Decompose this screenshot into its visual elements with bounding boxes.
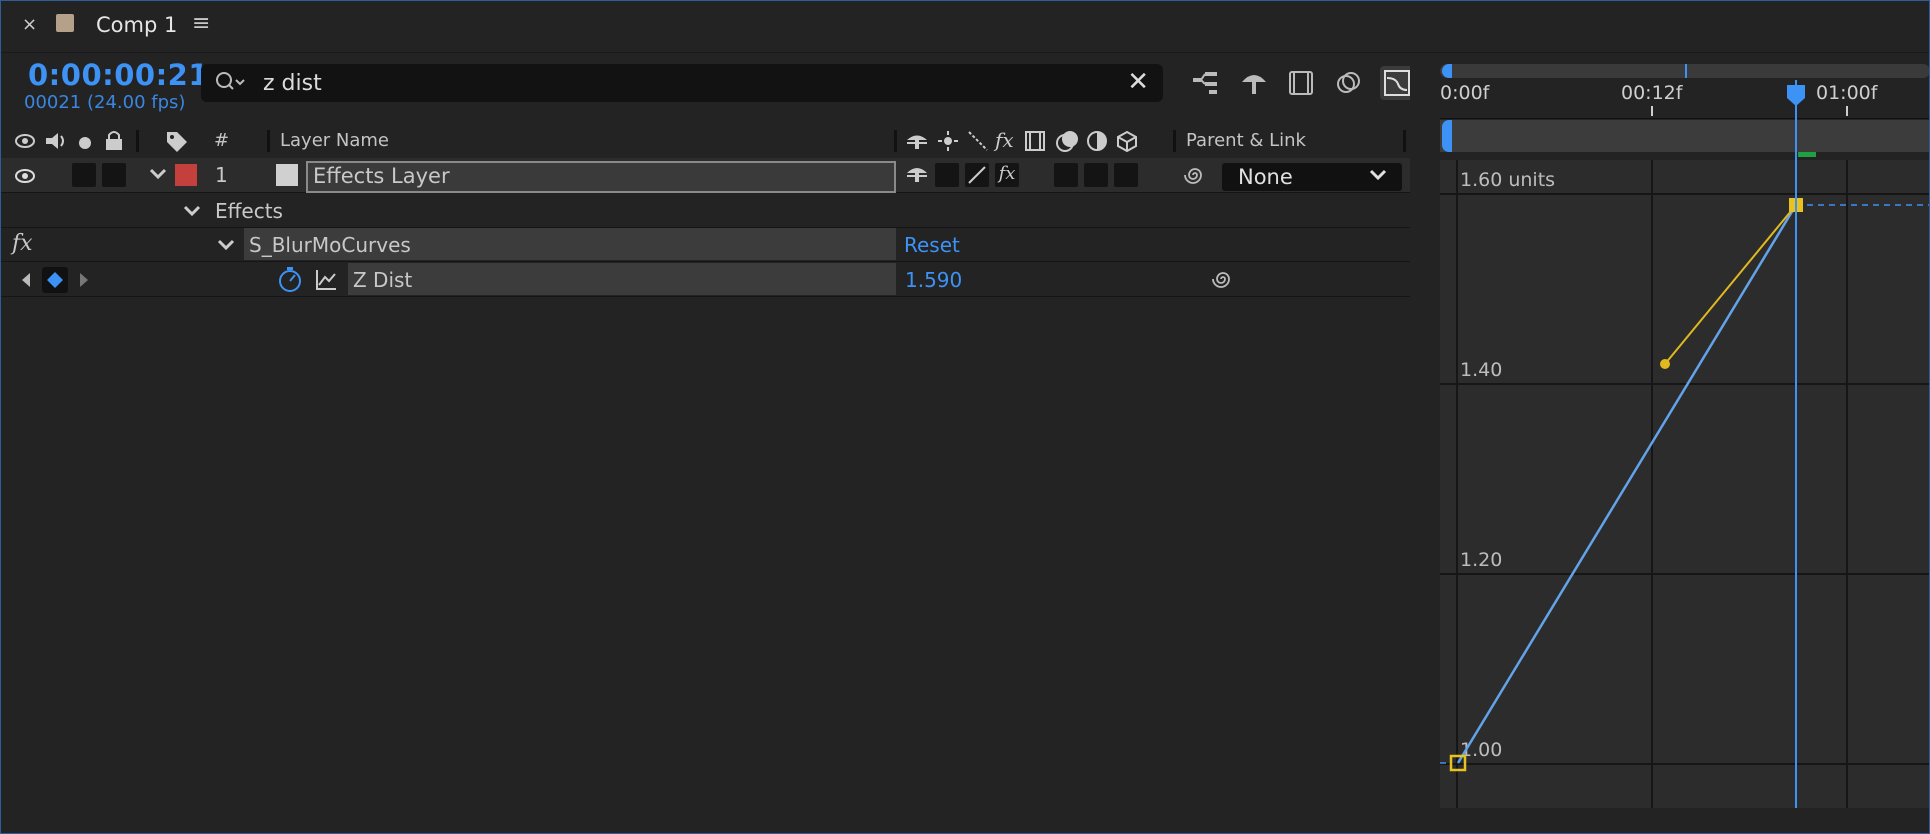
layer-shy-switch-icon[interactable] xyxy=(905,163,929,189)
property-value[interactable]: 1.590 xyxy=(905,268,962,292)
layer-lock-toggle[interactable] xyxy=(102,163,126,187)
panel-menu-icon[interactable]: ≡ xyxy=(192,11,210,36)
parent-link-column-label: Parent & Link xyxy=(1186,130,1306,151)
frame-count-display: 00021 (24.00 fps) xyxy=(24,92,186,113)
layer-effect-switch-icon[interactable]: fx xyxy=(995,163,1019,187)
label-tag-icon[interactable] xyxy=(165,130,189,156)
layer-quality-switch[interactable] xyxy=(965,163,989,187)
layer-adjustment-switch[interactable] xyxy=(1084,163,1108,187)
layer-name: Effects Layer xyxy=(313,164,450,188)
chevron-down-icon xyxy=(1368,165,1388,190)
layer-name-column-label[interactable]: Layer Name xyxy=(280,130,389,151)
parent-dropdown[interactable]: None xyxy=(1222,163,1402,191)
parent-pick-whip-icon[interactable] xyxy=(1183,163,1207,191)
effect-switch-icon[interactable]: fx xyxy=(995,128,1014,152)
motion-blur-icon[interactable] xyxy=(1332,66,1366,100)
draft-3d-icon[interactable] xyxy=(1237,66,1271,100)
search-field[interactable]: z dist ✕ xyxy=(201,64,1163,102)
adjustment-layer-icon[interactable] xyxy=(1086,130,1108,156)
effect-reset-link[interactable]: Reset xyxy=(904,233,960,257)
next-keyframe-icon[interactable] xyxy=(78,272,90,292)
effect-row[interactable]: fx S_BlurMoCurves Reset xyxy=(0,228,1410,262)
effect-fx-icon[interactable]: fx xyxy=(12,231,33,256)
property-name: Z Dist xyxy=(353,268,413,292)
motion-blur-switch-icon[interactable] xyxy=(1055,129,1081,157)
clear-search-icon[interactable]: ✕ xyxy=(1127,67,1149,97)
audio-icon[interactable] xyxy=(44,130,68,156)
layer-3d-switch[interactable] xyxy=(1114,163,1138,187)
close-tab-icon[interactable]: × xyxy=(22,14,37,35)
layer-expand-chevron-icon[interactable] xyxy=(148,166,168,186)
add-keyframe-button[interactable] xyxy=(42,267,68,293)
solo-icon[interactable] xyxy=(78,135,92,154)
search-icon[interactable] xyxy=(215,70,247,99)
effect-name: S_BlurMoCurves xyxy=(249,233,411,257)
3d-layer-icon[interactable] xyxy=(1116,130,1138,156)
property-row[interactable]: Z Dist 1.590 xyxy=(0,262,1410,297)
layer-column-header: # Layer Name fx Parent & Link xyxy=(0,124,1410,159)
video-visibility-icon[interactable] xyxy=(14,132,36,154)
composition-tab-title[interactable]: Comp 1 xyxy=(96,13,177,37)
stopwatch-icon[interactable] xyxy=(276,266,304,298)
playhead-handle[interactable] xyxy=(1786,84,1806,112)
tab-bar: × Comp 1 ≡ xyxy=(0,0,1930,53)
bezier-handle xyxy=(1660,359,1670,369)
effects-group-label: Effects xyxy=(215,199,283,223)
bezier-handle-line xyxy=(1664,204,1797,365)
effects-expand-chevron-icon[interactable] xyxy=(182,203,202,223)
lock-icon[interactable] xyxy=(104,129,124,155)
search-input[interactable]: z dist xyxy=(263,71,322,96)
shy-icon[interactable] xyxy=(905,131,929,155)
layer-visibility-icon[interactable] xyxy=(14,167,36,189)
layer-solo-toggle[interactable] xyxy=(72,163,96,187)
parent-dropdown-value: None xyxy=(1238,165,1293,189)
current-time-display[interactable]: 0:00:00:21 xyxy=(28,58,209,92)
value-curve xyxy=(1456,204,1798,764)
frame-blend-switch-icon[interactable] xyxy=(1024,130,1046,156)
layer-collapse-switch[interactable] xyxy=(935,163,959,187)
graph-editor-panel[interactable]: 0:00f 00:12f 01:00f 1.60 units 1.40 1.20… xyxy=(1440,56,1930,808)
graph-editor-icon[interactable] xyxy=(1380,66,1414,100)
effects-group-row[interactable]: Effects xyxy=(0,193,1410,228)
collapse-transform-icon[interactable] xyxy=(937,130,959,156)
playhead-line[interactable] xyxy=(1795,80,1797,808)
property-pick-whip-icon[interactable] xyxy=(1211,267,1235,295)
value-graph[interactable] xyxy=(1440,56,1930,808)
layer-source-icon xyxy=(276,164,298,186)
comp-flowchart-icon[interactable] xyxy=(1189,66,1223,100)
graph-include-icon[interactable] xyxy=(314,268,338,296)
layer-number: 1 xyxy=(215,163,228,187)
previous-keyframe-icon[interactable] xyxy=(20,272,32,292)
layer-motion-blur-switch[interactable] xyxy=(1054,163,1078,187)
property-name-cell[interactable] xyxy=(348,263,896,295)
composition-icon xyxy=(56,14,74,32)
quality-icon[interactable] xyxy=(967,130,989,156)
layer-label-color[interactable] xyxy=(175,164,197,186)
panel-divider[interactable] xyxy=(1410,56,1440,808)
layer-name-field[interactable]: Effects Layer xyxy=(306,161,896,193)
effect-expand-chevron-icon[interactable] xyxy=(216,237,236,257)
number-column-label: # xyxy=(214,130,230,151)
frame-blending-icon[interactable] xyxy=(1284,66,1318,100)
